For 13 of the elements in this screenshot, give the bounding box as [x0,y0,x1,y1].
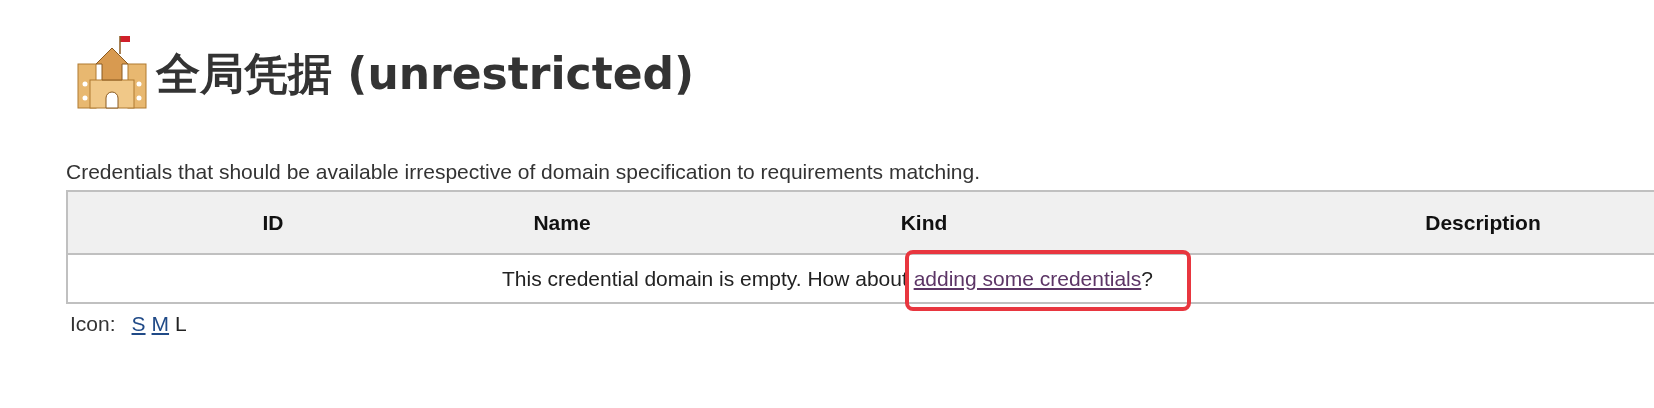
icon-size-label: Icon: [70,312,116,336]
column-header: Description [1202,191,1654,254]
column-header: Kind [646,191,1202,254]
question-mark: ? [1141,266,1153,290]
page-title: 全局凭据 (unrestricted) [156,46,695,101]
empty-message: This credential domain is empty. How about [502,266,909,290]
icon-size-link[interactable]: M [151,312,170,336]
column-header: ID [67,191,478,254]
domain-description: Credentials that should be available irrespective of domain specification to requirements matching. [66,160,981,184]
column-header: Name [478,191,646,254]
icon-size-current: L [175,312,187,336]
icon-size-link[interactable]: S [131,312,146,336]
add-credentials-link[interactable]: adding some credentials [913,266,1142,290]
